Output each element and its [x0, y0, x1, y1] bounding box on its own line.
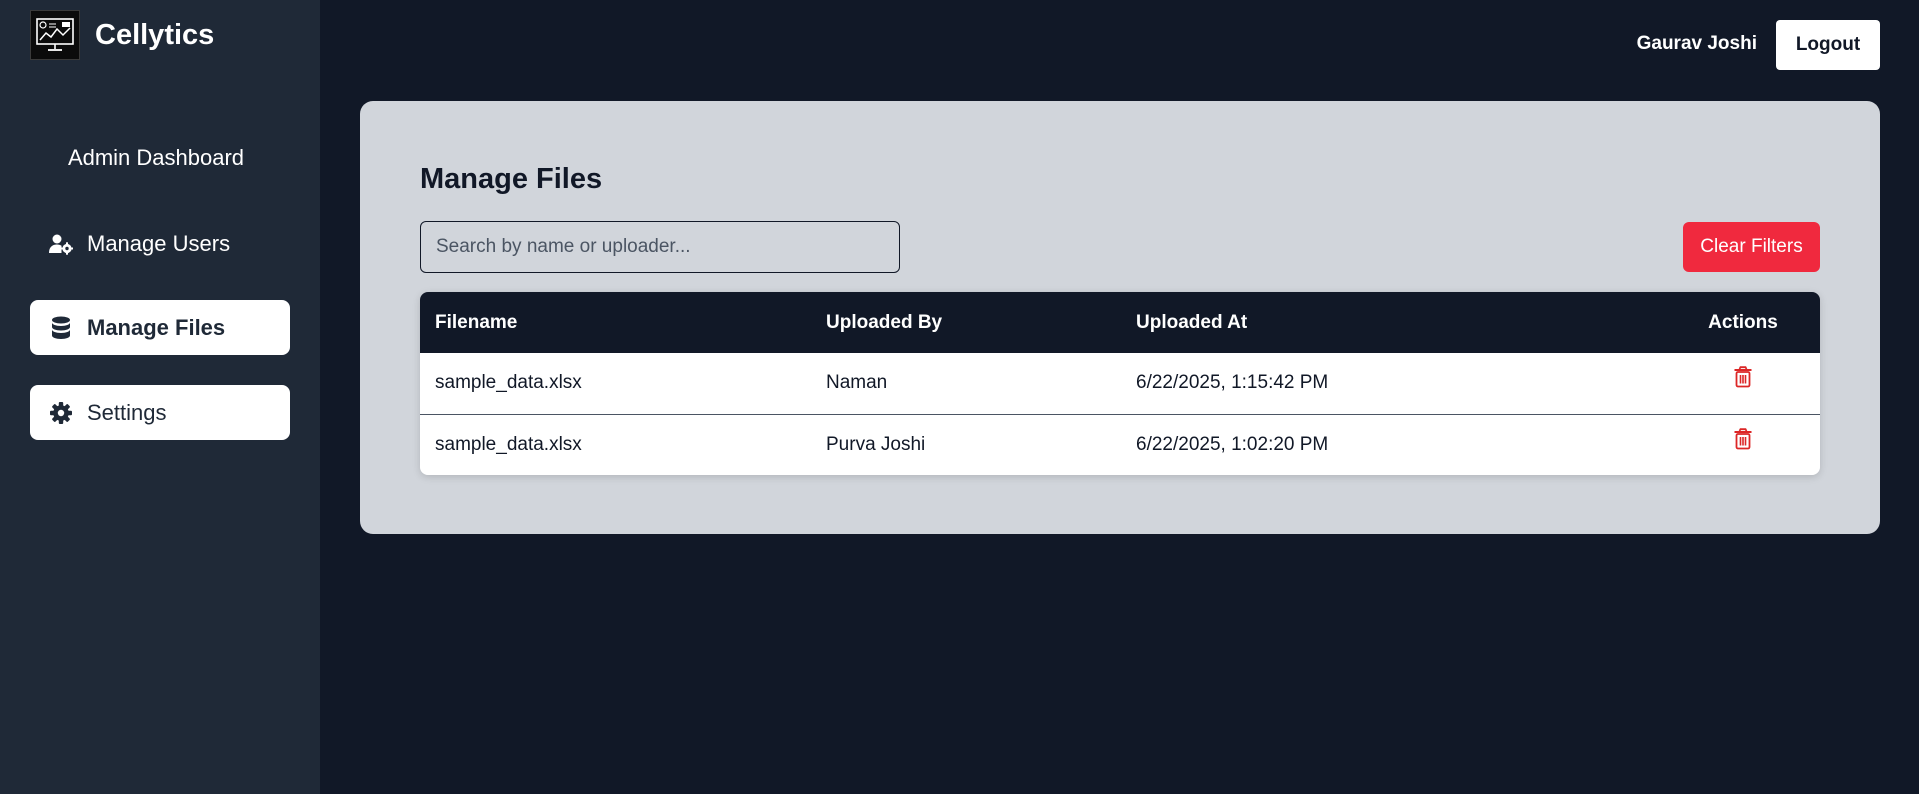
- clear-filters-button[interactable]: Clear Filters: [1683, 222, 1820, 272]
- sidebar-item-manage-users[interactable]: Manage Users: [30, 216, 290, 271]
- sidebar: Cellytics Admin Dashboard Manage Users M…: [0, 0, 320, 794]
- dashboard-monitor-icon: [30, 10, 80, 60]
- logout-button[interactable]: Logout: [1776, 20, 1880, 70]
- column-header-uploaded-by: Uploaded By: [826, 311, 943, 333]
- cell-filename: sample_data.xlsx: [435, 372, 582, 394]
- sidebar-heading-admin-dashboard[interactable]: Admin Dashboard: [0, 145, 312, 171]
- column-header-uploaded-at: Uploaded At: [1136, 311, 1248, 333]
- column-header-actions: Actions: [1708, 311, 1778, 333]
- files-table: Filename Uploaded By Uploaded At Actions…: [420, 292, 1820, 475]
- current-user-name: Gaurav Joshi: [1636, 33, 1757, 54]
- page-title: Manage Files: [420, 163, 603, 195]
- gear-icon: [49, 401, 73, 425]
- database-icon: [49, 316, 73, 340]
- table-row: sample_data.xlsx Naman 6/22/2025, 1:15:4…: [420, 353, 1820, 414]
- cell-uploaded-at: 6/22/2025, 1:15:42 PM: [1136, 372, 1329, 394]
- cell-actions: [1666, 353, 1820, 414]
- cell-uploaded-by: Purva Joshi: [811, 413, 1121, 475]
- search-input[interactable]: [420, 221, 900, 273]
- brand[interactable]: Cellytics: [30, 10, 214, 60]
- column-header-filename: Filename: [435, 311, 518, 333]
- trash-icon[interactable]: [1732, 428, 1754, 450]
- cell-uploaded-at: 6/22/2025, 1:02:20 PM: [1121, 413, 1666, 475]
- sidebar-item-settings[interactable]: Settings: [30, 385, 290, 440]
- cell-uploaded-by: Naman: [826, 372, 888, 394]
- trash-icon[interactable]: [1732, 366, 1754, 388]
- sidebar-item-label: Manage Files: [87, 314, 226, 340]
- brand-name: Cellytics: [95, 18, 215, 51]
- table-header-row: Filename Uploaded By Uploaded At Actions: [420, 292, 1820, 353]
- sidebar-item-label: Settings: [87, 399, 167, 425]
- sidebar-item-label: Manage Users: [87, 230, 231, 256]
- cell-filename: sample_data.xlsx: [420, 413, 811, 475]
- table-row: sample_data.xlsx Purva Joshi 6/22/2025, …: [420, 413, 1820, 475]
- sidebar-item-manage-files[interactable]: Manage Files: [30, 300, 290, 355]
- manage-files-panel: Manage Files Clear Filters Filename Uplo…: [360, 101, 1880, 534]
- user-gear-icon: [49, 232, 73, 256]
- cell-actions: [1666, 413, 1820, 475]
